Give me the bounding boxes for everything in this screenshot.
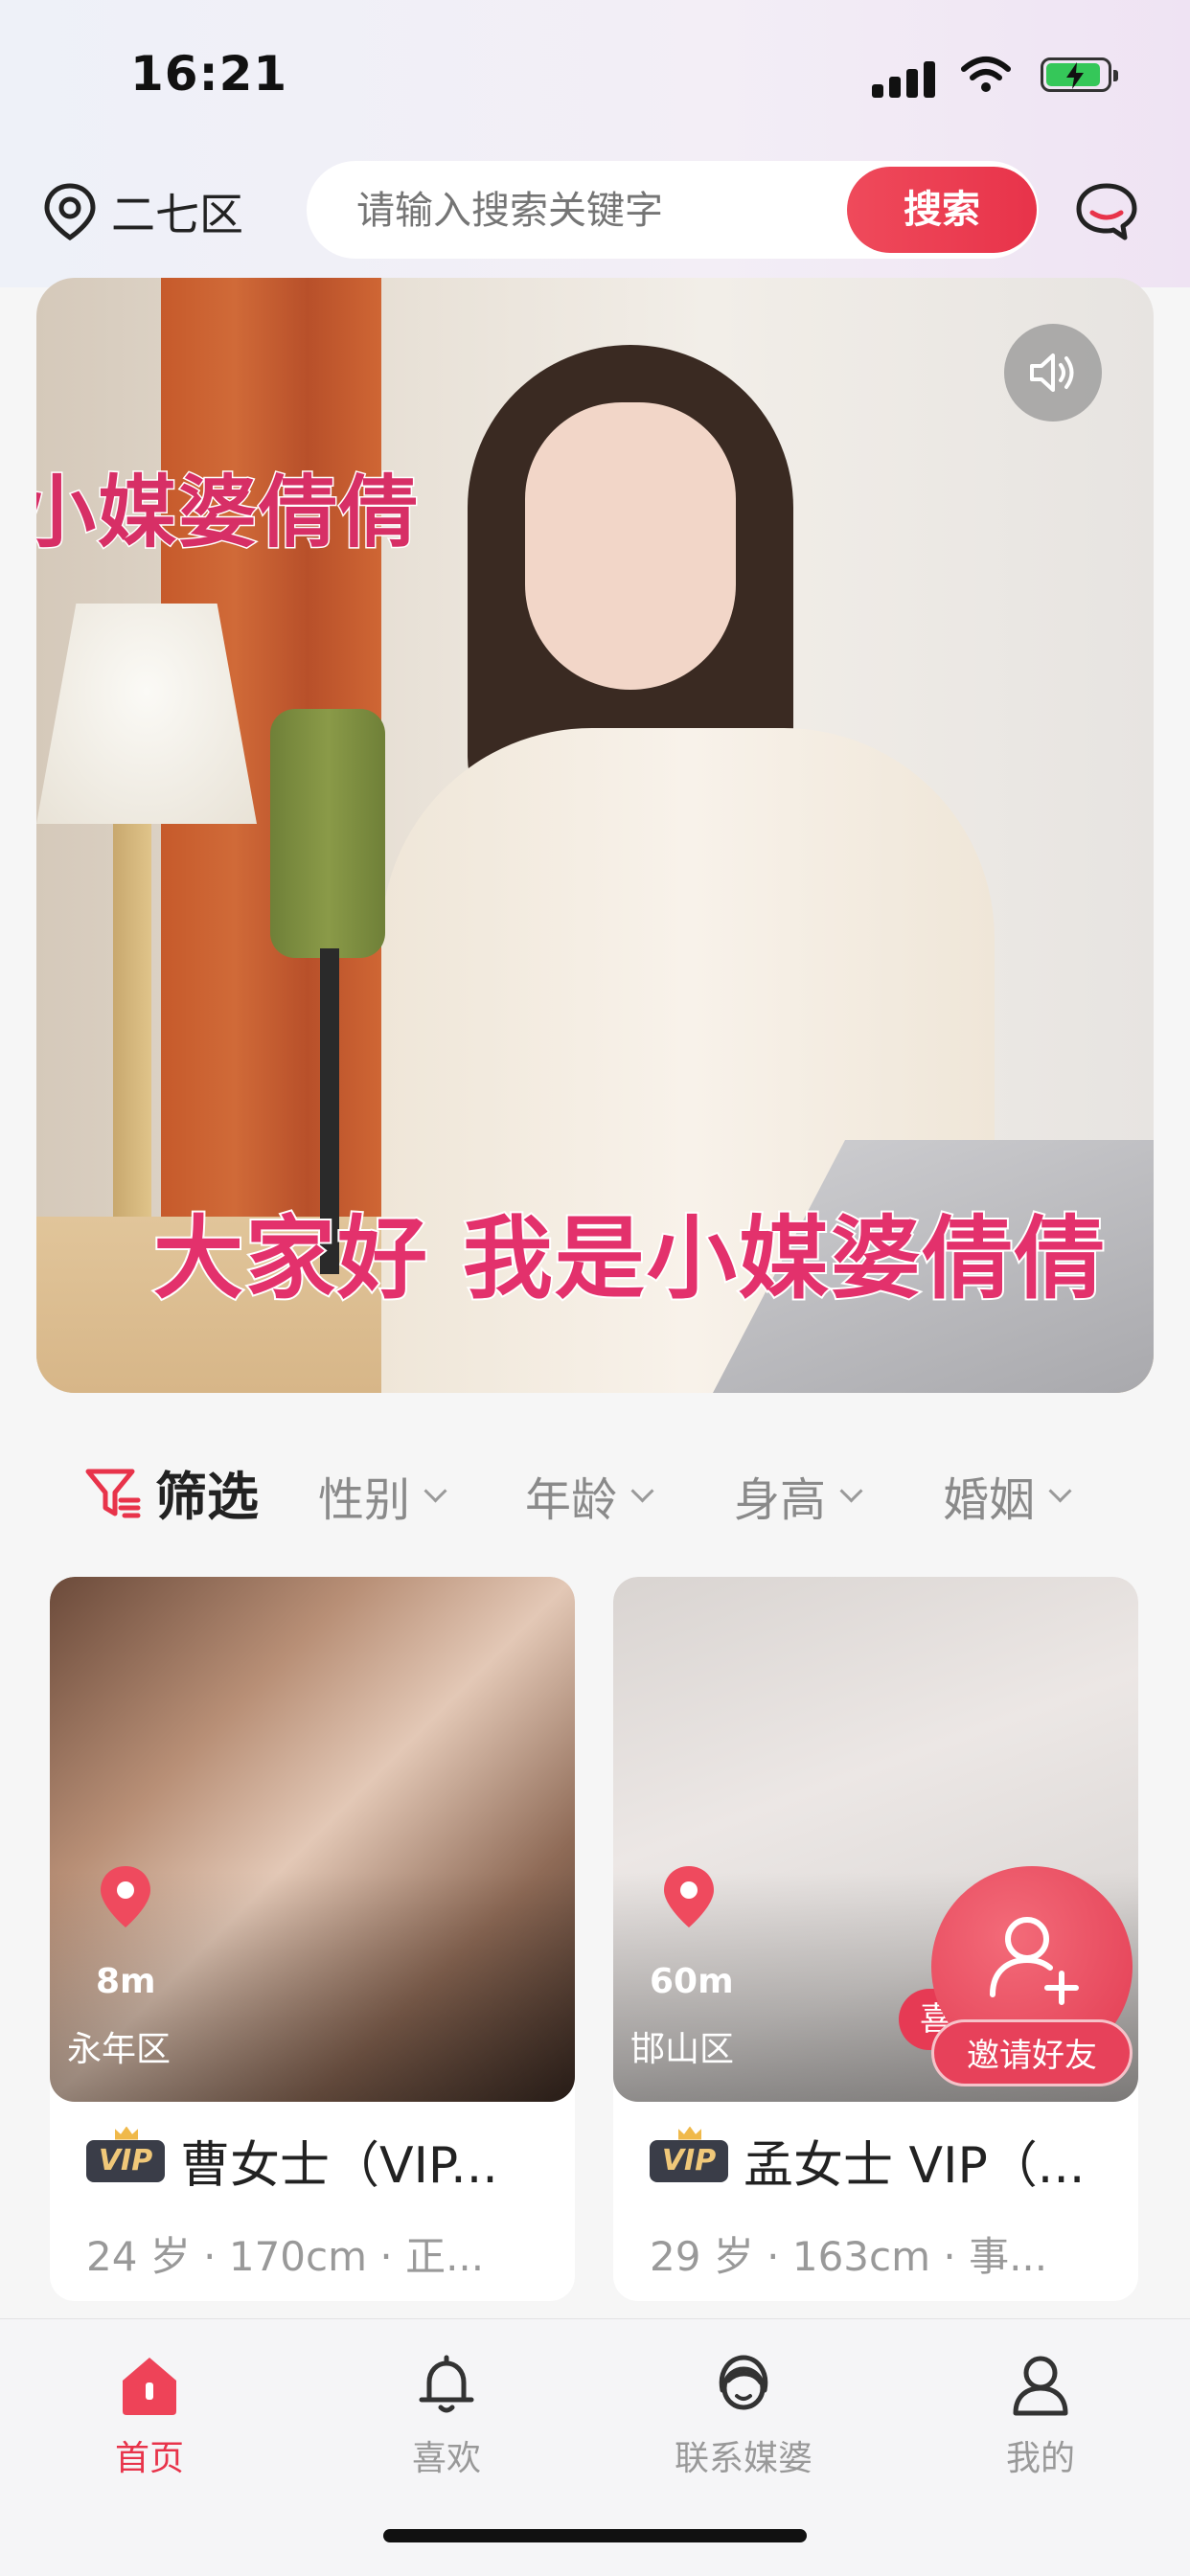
profile-distance: 8m <box>96 1962 156 2001</box>
video-banner[interactable]: 小媒婆倩倩 大家好 我是小媒婆倩倩 <box>36 278 1154 1393</box>
chevron-down-icon <box>423 1478 447 1503</box>
profile-info: 24 岁 · 170cm · 正... <box>86 2233 485 2280</box>
profile-distance: 60m <box>650 1962 734 2001</box>
search-input[interactable] <box>355 161 722 261</box>
location-pin-icon <box>101 1866 150 1927</box>
filter-label: 筛选 <box>155 1467 259 1527</box>
wifi-icon <box>961 57 1011 92</box>
filter-marriage[interactable]: 婚姻 <box>943 1462 1072 1529</box>
profile-card[interactable]: 8m 永年区 VIP 曹女士（VIP... 24 岁 · 170cm · 正..… <box>50 1577 575 2301</box>
chevron-down-icon <box>630 1478 654 1503</box>
home-icon <box>123 2358 176 2415</box>
search-button[interactable]: 搜索 <box>847 167 1037 253</box>
location-pin-icon <box>664 1866 714 1927</box>
tab-home[interactable]: 首页 <box>34 2352 264 2480</box>
profile-info: 29 岁 · 163cm · 事... <box>650 2233 1048 2280</box>
profile-name-row: VIP 孟女士 VIP（... <box>650 2125 1085 2197</box>
location-pin-icon <box>44 183 96 241</box>
profile-name: 曹女士（VIP... <box>180 2137 498 2195</box>
tab-mine[interactable]: 我的 <box>926 2352 1156 2480</box>
matchmaker-icon <box>719 2355 768 2410</box>
filter-height[interactable]: 身高 <box>734 1462 863 1529</box>
filter-marriage-label: 婚姻 <box>943 1473 1036 1527</box>
tab-likes[interactable]: 喜欢 <box>332 2352 561 2480</box>
location-selector[interactable]: 二七区 <box>42 182 243 241</box>
tab-likes-label: 喜欢 <box>411 2439 481 2478</box>
tab-home-label: 首页 <box>114 2439 184 2478</box>
search-bar: 搜索 <box>307 161 1039 261</box>
bell-icon <box>419 2355 474 2413</box>
chevron-down-icon <box>1048 1478 1072 1503</box>
crown-icon <box>678 2126 701 2140</box>
filter-age[interactable]: 年龄 <box>525 1462 654 1529</box>
video-caption-bottom: 大家好 我是小媒婆倩倩 <box>151 1205 1107 1313</box>
filter-height-label: 身高 <box>734 1473 827 1527</box>
vip-badge: VIP <box>86 2126 165 2182</box>
tab-mine-label: 我的 <box>1005 2439 1075 2478</box>
tab-contact-matchmaker[interactable]: 联系媒婆 <box>629 2352 858 2480</box>
profile-photo: 8m 永年区 <box>50 1577 575 2102</box>
location-label: 二七区 <box>111 189 243 240</box>
profile-name: 孟女士 VIP（... <box>744 2137 1086 2195</box>
filter-gender-label: 性别 <box>318 1473 411 1527</box>
video-phone <box>270 709 385 958</box>
filter-gender[interactable]: 性别 <box>318 1462 447 1529</box>
filter-age-label: 年龄 <box>525 1473 618 1527</box>
filter-button[interactable]: 筛选 <box>84 1454 259 1530</box>
profile-area: 邯山区 <box>630 2030 735 2069</box>
person-icon <box>1013 2356 1068 2416</box>
chevron-down-icon <box>839 1478 863 1503</box>
message-icon[interactable] <box>1073 178 1140 245</box>
video-lamp-pole <box>113 824 151 1226</box>
filter-bar: 筛选 性别 年龄 身高 婚姻 <box>0 1393 1190 1584</box>
vip-badge: VIP <box>650 2126 728 2182</box>
profile-area: 永年区 <box>67 2030 172 2069</box>
tab-contact-matchmaker-label: 联系媒婆 <box>674 2439 812 2478</box>
filter-icon <box>85 1469 141 1517</box>
battery-icon <box>1041 57 1118 92</box>
video-caption-top: 小媒婆倩倩 <box>36 467 421 560</box>
invite-friend-label[interactable]: 邀请好友 <box>931 2019 1133 2086</box>
home-indicator <box>383 2529 807 2542</box>
add-user-icon <box>990 1917 1079 2005</box>
profile-name-row: VIP 曹女士（VIP... <box>86 2125 498 2197</box>
crown-icon <box>115 2126 138 2140</box>
status-time: 16:21 <box>130 46 288 102</box>
status-icons <box>872 54 1118 102</box>
speaker-icon <box>1030 353 1074 392</box>
sound-toggle-button[interactable] <box>1004 324 1102 422</box>
